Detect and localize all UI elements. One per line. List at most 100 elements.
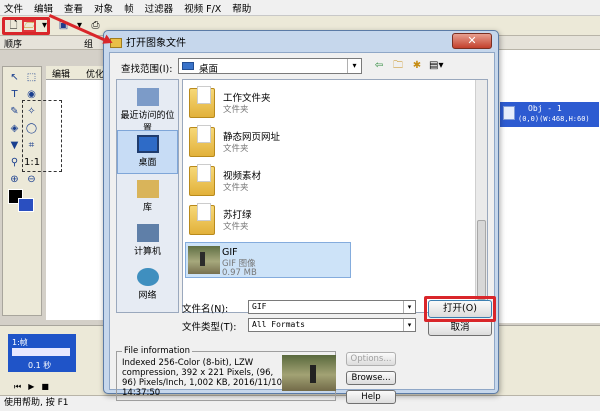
- fill-tool-icon[interactable]: ▼: [7, 138, 22, 153]
- file-type: 文件夹: [223, 222, 249, 232]
- back-arrow-icon[interactable]: ⇦: [372, 59, 386, 72]
- desktop-icon: [182, 62, 194, 70]
- help-button[interactable]: Help: [346, 390, 396, 404]
- gif-thumbnail: [188, 246, 220, 274]
- pointer-tool-icon[interactable]: ↖: [7, 70, 22, 85]
- folder-icon: [189, 203, 215, 235]
- menu-file[interactable]: 文件: [4, 1, 23, 15]
- options-button[interactable]: Options...: [346, 352, 396, 366]
- tab-optimize[interactable]: 优化: [86, 67, 104, 80]
- place-recent[interactable]: 最近访问的位置: [117, 84, 178, 134]
- place-desktop[interactable]: 桌面: [117, 130, 178, 174]
- file-type: 文件夹: [223, 105, 249, 115]
- menu-object[interactable]: 对象: [94, 1, 113, 15]
- file-list-scrollbar[interactable]: [475, 80, 487, 312]
- menu-video-fx[interactable]: 视频 F/X: [184, 1, 221, 15]
- places-bar: 最近访问的位置 桌面 库 计算机 网络: [116, 79, 179, 313]
- browse-button[interactable]: Browse...: [346, 371, 396, 385]
- rewind-icon[interactable]: ⏮: [14, 382, 28, 391]
- brush-tool-icon[interactable]: ✎: [7, 104, 22, 119]
- file-type: 文件夹: [223, 183, 249, 193]
- computer-icon: [136, 224, 159, 242]
- filetype-label: 文件类型(T):: [182, 322, 237, 333]
- zoom-out-icon[interactable]: ⊖: [24, 172, 39, 187]
- list-item-selected[interactable]: GIF GIF 图像 0.97 MB: [185, 242, 351, 278]
- folder-icon: [189, 86, 215, 118]
- print-icon[interactable]: ⎙: [88, 18, 103, 33]
- close-icon[interactable]: ✕: [452, 33, 492, 49]
- background-color-swatch[interactable]: [18, 198, 34, 212]
- frame-thumbnail[interactable]: 1:帧 0.1 秒: [8, 334, 76, 372]
- filetype-select[interactable]: All Formats ▾: [248, 318, 416, 332]
- dialog-body: 查找范围(I): 桌面 ▾ ⇦ 🗀 ✱ ▤▾ 最近访问的位置 桌面 库 计算机 …: [109, 52, 496, 404]
- object-name: Obj - 1: [528, 104, 562, 113]
- folder-icon: [189, 125, 215, 157]
- image-preview: [282, 355, 336, 391]
- menu-filter[interactable]: 过滤器: [145, 1, 174, 15]
- open-image-dialog: 打开图象文件 ✕ 查找范围(I): 桌面 ▾ ⇦ 🗀 ✱ ▤▾ 最近访问的位置 …: [103, 30, 499, 404]
- fileinfo-text: Indexed 256-Color (8-bit), LZW compressi…: [122, 358, 282, 398]
- dialog-title-bar: 打开图象文件: [110, 34, 186, 50]
- view-menu-icon[interactable]: ▤▾: [429, 59, 443, 72]
- object-panel: Obj - 1 (0,0)(W:468,H:60): [497, 50, 600, 323]
- place-computer[interactable]: 计算机: [117, 220, 178, 264]
- edit-tabs: 编辑 优化: [46, 66, 106, 80]
- desktop-icon: [136, 135, 159, 153]
- cancel-button[interactable]: 取消: [428, 320, 492, 336]
- place-label: 桌面: [138, 158, 157, 168]
- eyedropper-tool-icon[interactable]: ⚲: [7, 155, 22, 170]
- filename-input[interactable]: GIF ▾: [248, 300, 416, 314]
- list-item[interactable]: 视频素材 文件夹: [187, 164, 347, 200]
- text-tool-icon[interactable]: T: [7, 87, 22, 102]
- library-icon: [136, 180, 159, 198]
- frame-delay: 0.1 秒: [28, 361, 52, 370]
- open-button-highlight: [22, 20, 36, 32]
- place-label: 网络: [138, 291, 157, 301]
- filetype-value: All Formats: [252, 320, 305, 329]
- panel-order-label: 顺序: [4, 40, 23, 50]
- tab-edit[interactable]: 编辑: [52, 67, 70, 80]
- play-icon[interactable]: ▶: [28, 382, 41, 391]
- menu-view[interactable]: 查看: [64, 1, 83, 15]
- file-name: 工作文件夹: [223, 93, 271, 104]
- lookin-dropdown[interactable]: 桌面 ▾: [178, 58, 362, 75]
- dialog-nav-toolbar: ⇦ 🗀 ✱ ▤▾: [372, 59, 444, 73]
- chevron-down-icon[interactable]: ▾: [347, 59, 361, 73]
- chevron-down-icon[interactable]: ▾: [403, 301, 415, 313]
- up-folder-icon[interactable]: 🗀: [391, 59, 405, 72]
- open-button-highlight: [424, 296, 496, 322]
- file-name: 视频素材: [223, 171, 262, 182]
- menu-help[interactable]: 帮助: [232, 1, 251, 15]
- list-item[interactable]: 工作文件夹 文件夹: [187, 86, 347, 122]
- canvas-selection[interactable]: [22, 100, 62, 172]
- file-list: 工作文件夹 文件夹 静态网页网址 文件夹 视频素材 文件夹 苏打绿 文件夹 GI…: [182, 79, 488, 313]
- list-item[interactable]: 静态网页网址 文件夹: [187, 125, 347, 161]
- file-type: 文件夹: [223, 144, 249, 154]
- menu-edit[interactable]: 编辑: [34, 1, 53, 15]
- object-icon: [503, 106, 515, 120]
- place-network[interactable]: 网络: [117, 264, 178, 308]
- place-label: 计算机: [133, 247, 161, 257]
- playback-controls: ⏮▶■: [14, 382, 56, 392]
- eraser-tool-icon[interactable]: ◈: [7, 121, 22, 136]
- place-libraries[interactable]: 库: [117, 176, 178, 220]
- zoom-in-icon[interactable]: ⊕: [7, 172, 22, 187]
- select-tool-icon[interactable]: ⬚: [24, 70, 39, 85]
- dialog-title: 打开图象文件: [126, 38, 186, 49]
- stop-icon[interactable]: ■: [41, 382, 56, 391]
- object-row[interactable]: Obj - 1 (0,0)(W:468,H:60): [500, 102, 599, 127]
- recent-places-icon: [136, 88, 159, 106]
- filename-value: GIF: [252, 302, 267, 311]
- fileinfo-legend: File information: [122, 346, 192, 356]
- file-name: 静态网页网址: [223, 132, 281, 143]
- file-size: 0.97 MB: [222, 268, 257, 278]
- new-folder-icon[interactable]: ✱: [410, 59, 424, 72]
- frame-preview-bar: [12, 348, 70, 356]
- scrollbar-thumb[interactable]: [477, 220, 486, 300]
- place-label: 库: [142, 203, 152, 213]
- chevron-down-icon[interactable]: ▾: [403, 319, 415, 331]
- list-item[interactable]: 苏打绿 文件夹: [187, 203, 347, 239]
- menu-bar: 文件 编辑 查看 对象 帧 过滤器 视频 F/X 帮助: [0, 0, 600, 16]
- menu-frame[interactable]: 帧: [124, 1, 134, 15]
- object-detail: (0,0)(W:468,H:60): [518, 115, 590, 123]
